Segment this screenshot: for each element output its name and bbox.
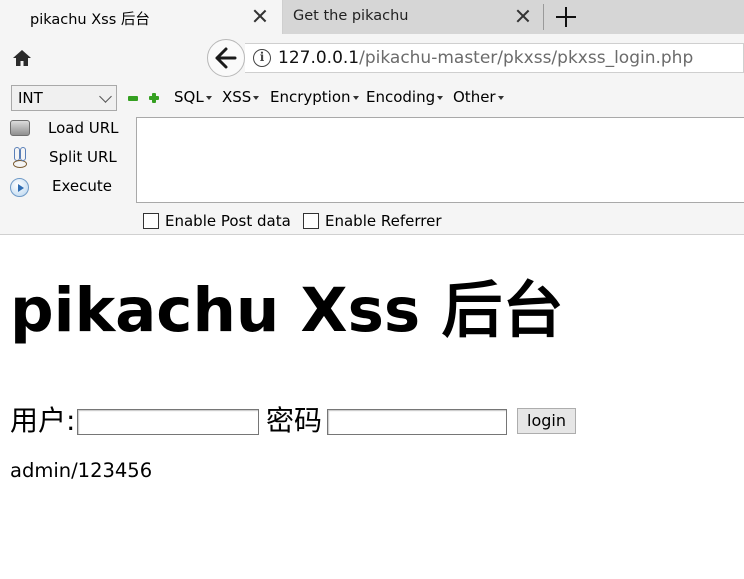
scissors-icon: [13, 147, 27, 169]
checkbox-label: Enable Referrer: [325, 212, 442, 230]
checkbox-label: Enable Post data: [165, 212, 291, 230]
menu-label: Encryption: [270, 88, 351, 106]
select-value: INT: [18, 89, 43, 107]
menu-encryption[interactable]: Encryption: [270, 88, 359, 106]
execute-button[interactable]: Execute: [0, 173, 130, 201]
caret-down-icon: [205, 95, 212, 100]
enable-post-data-checkbox[interactable]: [143, 213, 159, 229]
tab-title: Get the pikachu: [293, 8, 409, 24]
url-path: /pikachu-master/pkxss/pkxss_login.php: [359, 48, 694, 68]
hackbar-panel: INT SQL XSS Encryption Encoding Other Lo…: [0, 82, 744, 235]
menu-encoding[interactable]: Encoding: [366, 88, 444, 106]
split-url-button[interactable]: Split URL: [0, 144, 130, 172]
url-host: 127.0.0.1: [278, 48, 360, 68]
password-input[interactable]: [327, 409, 507, 435]
url-text: 127.0.0.1/pikachu-master/pkxss/pkxss_log…: [278, 48, 693, 68]
arrow-left-icon: [215, 47, 237, 69]
close-icon[interactable]: [513, 6, 533, 26]
caret-down-icon: [437, 95, 444, 100]
load-url-icon: [10, 120, 30, 136]
execute-label: Execute: [52, 177, 112, 195]
username-label: 用户:: [10, 404, 76, 437]
load-url-button[interactable]: Load URL: [0, 115, 130, 143]
menu-label: Other: [453, 88, 496, 106]
caret-down-icon: [253, 95, 260, 100]
play-icon: [10, 178, 29, 197]
menu-xss[interactable]: XSS: [222, 88, 260, 106]
address-bar[interactable]: i 127.0.0.1/pikachu-master/pkxss/pkxss_l…: [245, 43, 744, 73]
page-title: pikachu Xss 后台: [10, 275, 564, 346]
close-icon[interactable]: [250, 6, 270, 26]
home-icon[interactable]: [12, 48, 32, 68]
hackbar-url-textarea[interactable]: [136, 117, 744, 203]
tab-get-the-pikachu[interactable]: Get the pikachu: [283, 0, 543, 34]
tab-strip: pikachu Xss 后台 Get the pikachu: [0, 0, 744, 34]
menu-label: Encoding: [366, 88, 436, 106]
login-button[interactable]: login: [517, 408, 576, 434]
new-tab-plus-icon[interactable]: [553, 4, 579, 30]
menu-sql[interactable]: SQL: [174, 88, 212, 106]
password-label: 密码: [266, 404, 323, 437]
menu-label: XSS: [222, 88, 252, 106]
back-button[interactable]: [207, 39, 245, 77]
info-icon[interactable]: i: [253, 49, 271, 67]
username-input[interactable]: [77, 409, 259, 435]
tab-separator: [543, 4, 544, 30]
split-url-label: Split URL: [49, 148, 117, 166]
decrease-icon[interactable]: [128, 96, 138, 101]
menu-label: SQL: [174, 88, 204, 106]
encoding-type-select[interactable]: INT: [11, 85, 117, 111]
caret-down-icon: [497, 95, 504, 100]
chevron-down-icon: [99, 90, 112, 103]
credentials-hint: admin/123456: [10, 459, 153, 482]
tab-title: pikachu Xss 后台: [30, 12, 150, 28]
load-url-label: Load URL: [48, 119, 119, 137]
navigation-bar: i 127.0.0.1/pikachu-master/pkxss/pkxss_l…: [0, 34, 744, 82]
menu-other[interactable]: Other: [453, 88, 504, 106]
tab-pikachu-xss[interactable]: pikachu Xss 后台: [0, 0, 283, 34]
caret-down-icon: [352, 95, 359, 100]
enable-referrer-checkbox[interactable]: [303, 213, 319, 229]
increase-icon[interactable]: [149, 93, 159, 103]
